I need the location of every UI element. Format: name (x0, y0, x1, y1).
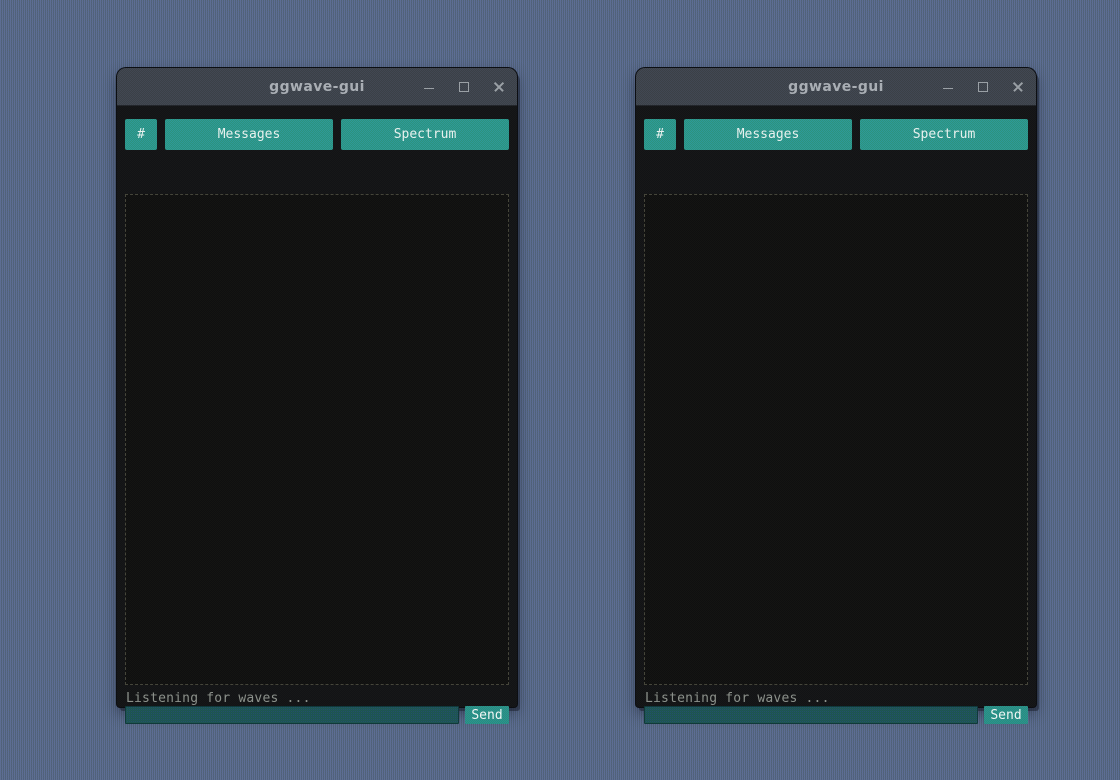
minimize-icon (943, 88, 953, 89)
message-input-row: Send (125, 706, 509, 724)
maximize-icon (459, 82, 469, 92)
close-button[interactable] (493, 80, 505, 94)
close-icon (494, 82, 504, 92)
send-button[interactable]: Send (465, 706, 509, 724)
window-title: ggwave-gui (269, 79, 365, 95)
maximize-icon (978, 82, 988, 92)
titlebar[interactable]: ggwave-gui (636, 68, 1036, 106)
tab-messages[interactable]: Messages (165, 119, 333, 150)
status-text: Listening for waves ... (645, 691, 830, 706)
message-input[interactable] (125, 706, 459, 724)
ggwave-window-left: ggwave-gui # Messages Spectrum Listening… (117, 68, 517, 707)
window-client-area: # Messages Spectrum Listening for waves … (117, 106, 517, 707)
tab-spectrum[interactable]: Spectrum (341, 119, 509, 150)
close-button[interactable] (1012, 80, 1024, 94)
status-text: Listening for waves ... (126, 691, 311, 706)
minimize-button[interactable] (423, 80, 435, 94)
ggwave-window-right: ggwave-gui # Messages Spectrum Listening… (636, 68, 1036, 707)
maximize-button[interactable] (458, 80, 470, 94)
window-controls (942, 68, 1024, 105)
close-icon (1013, 82, 1023, 92)
maximize-button[interactable] (977, 80, 989, 94)
message-input[interactable] (644, 706, 978, 724)
desktop: { "desktop": { "background_color": "#4e5… (0, 0, 1120, 780)
window-client-area: # Messages Spectrum Listening for waves … (636, 106, 1036, 707)
tab-spectrum[interactable]: Spectrum (860, 119, 1028, 150)
messages-view (644, 194, 1028, 685)
tab-messages[interactable]: Messages (684, 119, 852, 150)
send-button[interactable]: Send (984, 706, 1028, 724)
tab-bar: # Messages Spectrum (644, 119, 1028, 150)
messages-view (125, 194, 509, 685)
window-controls (423, 68, 505, 105)
message-input-row: Send (644, 706, 1028, 724)
minimize-button[interactable] (942, 80, 954, 94)
tab-hash-button[interactable]: # (125, 119, 157, 150)
tab-hash-button[interactable]: # (644, 119, 676, 150)
minimize-icon (424, 88, 434, 89)
tab-bar: # Messages Spectrum (125, 119, 509, 150)
titlebar[interactable]: ggwave-gui (117, 68, 517, 106)
window-title: ggwave-gui (788, 79, 884, 95)
